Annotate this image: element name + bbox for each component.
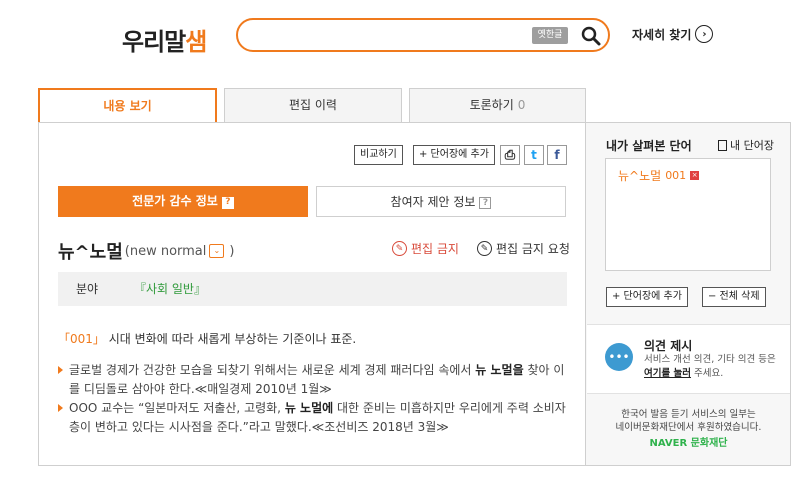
opinion-text-part: 서비스 개선 의견, 기타 의견 등은 [644, 354, 776, 365]
opinion-link[interactable]: 여기를 눌러 [644, 368, 691, 379]
sidebar-add-wordbook-button[interactable]: + 단어장에 추가 [606, 287, 688, 307]
logo-text-accent: 샘 [185, 28, 207, 56]
edit-lock-status: ✎ 편집 금지 [392, 240, 459, 257]
advanced-search-label: 자세히 찾기 [632, 27, 692, 42]
tab-view-content[interactable]: 내용 보기 [38, 88, 217, 124]
chevron-down-icon[interactable]: ⌄ [209, 244, 225, 258]
edit-request-icon: ✎ [477, 241, 492, 256]
example-text: 글로벌 경제가 건강한 모습을 되찾기 위해서는 새로운 세계 경제 패러다임 … [69, 363, 476, 377]
bullet-icon [58, 366, 63, 374]
definition-number: 「001」 [58, 332, 105, 346]
recent-words-list: 뉴^노멀 001 × [605, 158, 771, 271]
delete-all-button[interactable]: − 전체 삭제 [702, 287, 766, 307]
tab-participant-info[interactable]: 참여자 제안 정보? [316, 186, 566, 217]
advanced-search-link[interactable]: 자세히 찾기 › [632, 25, 714, 43]
recent-word[interactable]: 뉴^노멀 [618, 167, 661, 184]
help-icon[interactable]: ? [479, 197, 492, 209]
opinion-text-part: 주세요. [691, 368, 724, 379]
my-wordbook-link[interactable]: 내 단어장 [718, 137, 774, 153]
example-text: OOO 교수는 “일본마저도 저출산, 고령화, [69, 401, 285, 415]
tab-discussion[interactable]: 토론하기 0 [409, 88, 586, 122]
tab-label: 편집 이력 [289, 98, 337, 112]
facebook-icon[interactable]: f [547, 145, 567, 165]
field-row: 분야 『사회 일반』 [58, 272, 567, 306]
example-keyword: 뉴 노멀에 [284, 401, 334, 415]
tab-edit-history[interactable]: 편집 이력 [224, 88, 402, 122]
old-hangul-button[interactable]: 옛한글 [532, 27, 568, 44]
search-input[interactable] [252, 26, 522, 46]
chevron-right-icon: › [695, 25, 714, 43]
definition-text: 시대 변화에 따라 새롭게 부상하는 기준이나 표준. [108, 332, 357, 346]
tab-label: 토론하기 [469, 98, 514, 112]
opinion-title: 의견 제시 [644, 339, 693, 353]
original-word: (new normal [124, 243, 207, 259]
search-icon[interactable] [580, 25, 602, 47]
naver-foundation-logo[interactable]: NAVER 문화재단 [587, 437, 790, 450]
list-item: 뉴^노멀 001 × [618, 167, 700, 184]
example-keyword: 뉴 노멀을 [475, 363, 524, 377]
print-icon[interactable]: ⎙ [500, 145, 520, 165]
search-box: 옛한글 [236, 18, 610, 52]
recent-words-title: 내가 살펴본 단어 [606, 139, 692, 153]
headword: 뉴^노멀 [58, 242, 123, 263]
bullet-icon [58, 404, 63, 412]
edit-lock-label: 편집 금지 [411, 242, 459, 256]
my-wordbook-label: 내 단어장 [730, 139, 774, 152]
logo-text: 우리말 [122, 28, 186, 56]
recent-word-number: 001 [665, 169, 687, 182]
opinion-text: 서비스 개선 의견, 기타 의견 등은 여기를 눌러 주세요. [644, 353, 786, 381]
add-wordbook-button[interactable]: + 단어장에 추가 [413, 145, 495, 165]
document-icon [718, 139, 727, 151]
edit-lock-request-button[interactable]: ✎ 편집 금지 요청 [477, 240, 570, 257]
example-item: 글로벌 경제가 건강한 모습을 되찾기 위해서는 새로운 세계 경제 패러다임 … [58, 361, 568, 399]
help-icon[interactable]: ? [221, 197, 234, 209]
sponsor-notice: 한국어 발음 듣기 서비스의 일부는 네이버문화재단에서 후원하였습니다. NA… [587, 408, 790, 450]
close-icon[interactable]: × [690, 171, 700, 180]
logo[interactable]: 우리말 샘 [122, 22, 207, 56]
entry-heading: 뉴^노멀 (new normal ⌄ ) [58, 238, 234, 264]
compare-button[interactable]: 비교하기 [354, 145, 403, 165]
example-item: OOO 교수는 “일본마저도 저출산, 고령화, 뉴 노멀에 대한 준비는 미흡… [58, 399, 568, 437]
tab-label: 참여자 제안 정보 [390, 195, 476, 209]
speech-bubble-icon: ••• [605, 343, 633, 371]
tab-expert-info[interactable]: 전문가 감수 정보? [58, 186, 308, 217]
original-word-close: ) [229, 243, 235, 259]
tab-label: 내용 보기 [103, 99, 152, 113]
twitter-icon[interactable]: t [524, 145, 544, 165]
edit-lock-request-label: 편집 금지 요청 [496, 242, 570, 256]
tab-label: 전문가 감수 정보 [132, 194, 218, 208]
definition: 「001」 시대 변화에 따라 새롭게 부상하는 기준이나 표준. [58, 330, 356, 347]
edit-lock-icon: ✎ [392, 241, 407, 256]
field-value[interactable]: 『사회 일반』 [134, 272, 206, 306]
opinion-box: ••• 의견 제시 서비스 개선 의견, 기타 의견 등은 여기를 눌러 주세요… [587, 324, 790, 394]
discussion-count: 0 [517, 98, 526, 112]
sponsor-text: 한국어 발음 듣기 서비스의 일부는 [621, 409, 756, 420]
sponsor-text: 네이버문화재단에서 후원하였습니다. [615, 422, 762, 433]
field-label: 분야 [76, 282, 99, 296]
